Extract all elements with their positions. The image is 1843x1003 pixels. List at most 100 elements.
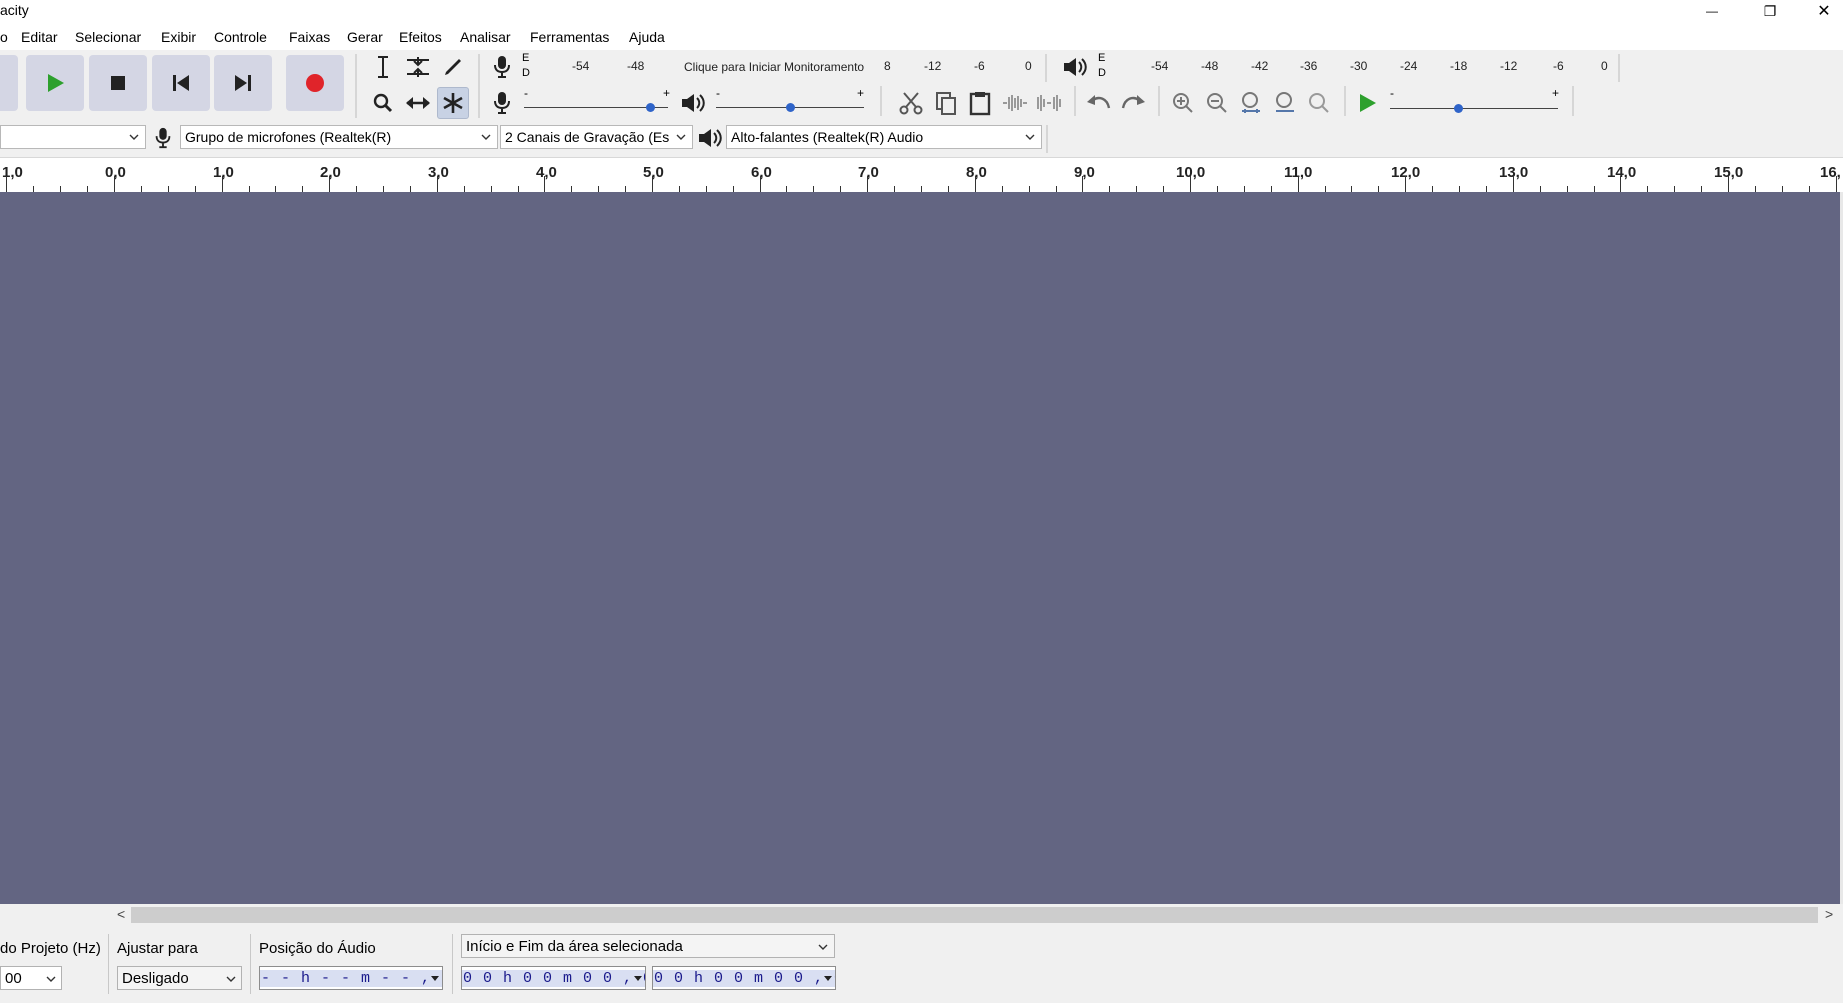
dropdown-arrow-icon — [634, 976, 642, 981]
recording-volume-slider[interactable] — [524, 100, 668, 114]
menu-generate[interactable]: Gerar — [347, 29, 383, 45]
meter-scale-label: -6 — [974, 59, 985, 73]
timeline-ruler[interactable]: 1,0 0,0 1,0 2,0 3,0 4,0 5,0 6,0 7,0 8,0 … — [0, 158, 1843, 194]
record-button[interactable] — [286, 55, 344, 111]
scrollbar-thumb[interactable] — [131, 907, 1818, 923]
asterisk-icon — [443, 93, 463, 113]
play-at-speed-button[interactable] — [1352, 88, 1382, 118]
paste-button[interactable] — [965, 88, 995, 118]
zoom-selection-icon — [1242, 92, 1260, 113]
scroll-left-arrow[interactable]: < — [117, 906, 125, 922]
ruler-tick — [1620, 176, 1621, 192]
menu-tracks[interactable]: Faixas — [289, 29, 330, 45]
toolbar-separator — [355, 54, 357, 118]
meter-channel-right: D — [522, 67, 530, 79]
play-at-speed-slider[interactable] — [1390, 101, 1558, 115]
project-rate-select[interactable]: 00 — [0, 966, 62, 990]
menu-file[interactable]: o — [0, 29, 8, 45]
selection-end-field[interactable]: 0 0 h 0 0 m 0 0 , 0 0 0 s — [652, 966, 836, 990]
dropdown-arrow-icon — [431, 976, 439, 981]
menu-analyze[interactable]: Analisar — [460, 29, 511, 45]
minimize-icon: — — [1706, 4, 1718, 18]
cut-button[interactable] — [896, 88, 926, 118]
selection-end-value: 0 0 h 0 0 m 0 0 , 0 0 0 s — [653, 969, 835, 987]
audio-position-field[interactable]: - - h - - m - - , - - - s — [259, 966, 443, 990]
selection-tool[interactable] — [368, 52, 398, 82]
dropdown-arrow-icon — [824, 976, 832, 981]
meter-scale-label: -42 — [1251, 59, 1269, 73]
menu-transport[interactable]: Controle — [214, 29, 267, 45]
meter-scale-label: -36 — [1300, 59, 1318, 73]
silence-button[interactable] — [1034, 88, 1064, 118]
slider-knob[interactable] — [645, 103, 655, 112]
horizontal-scrollbar[interactable]: < > — [0, 904, 1843, 926]
menu-select[interactable]: Selecionar — [75, 29, 141, 45]
maximize-button[interactable]: ❐ — [1747, 0, 1793, 22]
menu-edit[interactable]: Editar — [21, 29, 58, 45]
speaker-icon[interactable] — [1062, 56, 1088, 78]
ruler-tick — [1728, 176, 1729, 192]
envelope-tool[interactable] — [403, 52, 433, 82]
trim-button[interactable] — [1000, 88, 1030, 118]
envelope-icon — [407, 57, 429, 77]
slider-knob[interactable] — [785, 103, 795, 112]
copy-icon — [936, 92, 956, 115]
draw-tool[interactable] — [438, 52, 468, 82]
ruler-tick — [1405, 176, 1406, 192]
snap-to-select[interactable]: Desligado — [117, 966, 242, 990]
play-icon — [48, 74, 64, 92]
recording-meter[interactable]: -54 -48 Clique para Iniciar Monitorament… — [532, 52, 1036, 78]
selection-mode-select[interactable]: Início e Fim da área selecionada — [461, 934, 835, 958]
scroll-right-arrow[interactable]: > — [1825, 906, 1833, 922]
slider-max-label: + — [857, 86, 865, 100]
fit-selection-button[interactable] — [1236, 88, 1266, 118]
undo-button[interactable] — [1084, 88, 1114, 118]
playback-meter[interactable]: -54 -48 -42 -36 -30 -24 -18 -12 -6 0 — [1110, 52, 1620, 78]
selection-start-field[interactable]: 0 0 h 0 0 m 0 0 , 0 0 0 s — [461, 966, 646, 990]
minimize-button[interactable]: — — [1689, 0, 1735, 22]
recording-channels-select[interactable]: 2 Canais de Gravação (Es — [500, 125, 693, 149]
menu-view[interactable]: Exibir — [161, 29, 196, 45]
menu-effects[interactable]: Efeitos — [399, 29, 442, 45]
redo-button[interactable] — [1118, 88, 1148, 118]
copy-button[interactable] — [931, 88, 961, 118]
menu-tools[interactable]: Ferramentas — [530, 29, 609, 45]
slider-track — [1390, 108, 1558, 109]
zoom-tool[interactable] — [368, 88, 398, 118]
fit-project-button[interactable] — [1270, 88, 1300, 118]
playback-device-select[interactable]: Alto-falantes (Realtek(R) Audio — [726, 125, 1042, 149]
project-rate-label: do Projeto (Hz) — [0, 940, 101, 957]
clipboard-icon — [969, 92, 991, 116]
zoom-toggle-button[interactable] — [1304, 88, 1334, 118]
ruler-label: 6,0 — [751, 164, 772, 181]
toolbar-separator — [478, 54, 480, 118]
ruler-label: 8,0 — [966, 164, 987, 181]
pause-button[interactable] — [0, 55, 18, 111]
record-icon — [306, 74, 324, 92]
slider-knob[interactable] — [1453, 104, 1463, 113]
close-button[interactable]: ✕ — [1805, 0, 1843, 22]
menu-help[interactable]: Ajuda — [629, 29, 665, 45]
zoom-out-button[interactable] — [1202, 88, 1232, 118]
microphone-icon[interactable] — [490, 54, 514, 80]
stop-button[interactable] — [89, 55, 147, 111]
skip-to-start-button[interactable] — [152, 55, 210, 111]
toolbar-separator — [1572, 86, 1574, 116]
audio-host-select[interactable] — [0, 125, 146, 149]
meter-scale-label: -54 — [1151, 59, 1169, 73]
ruler-tick — [114, 176, 115, 192]
ruler-tick — [222, 176, 223, 192]
skip-to-end-button[interactable] — [214, 55, 272, 111]
play-button[interactable] — [26, 55, 84, 111]
recording-device-select[interactable]: Grupo de microfones (Realtek(R) — [180, 125, 498, 149]
multi-tool[interactable] — [437, 87, 469, 119]
ruler-tick — [760, 176, 761, 192]
playback-volume-slider[interactable] — [716, 100, 864, 114]
monitor-prompt: Clique para Iniciar Monitoramento — [684, 60, 865, 74]
zoom-in-button[interactable] — [1168, 88, 1198, 118]
time-shift-tool[interactable] — [403, 88, 433, 118]
ruler-tick — [329, 176, 330, 192]
window-title: acity — [0, 2, 29, 18]
track-panel[interactable] — [0, 192, 1840, 904]
selection-start-value: 0 0 h 0 0 m 0 0 , 0 0 0 s — [462, 969, 645, 987]
